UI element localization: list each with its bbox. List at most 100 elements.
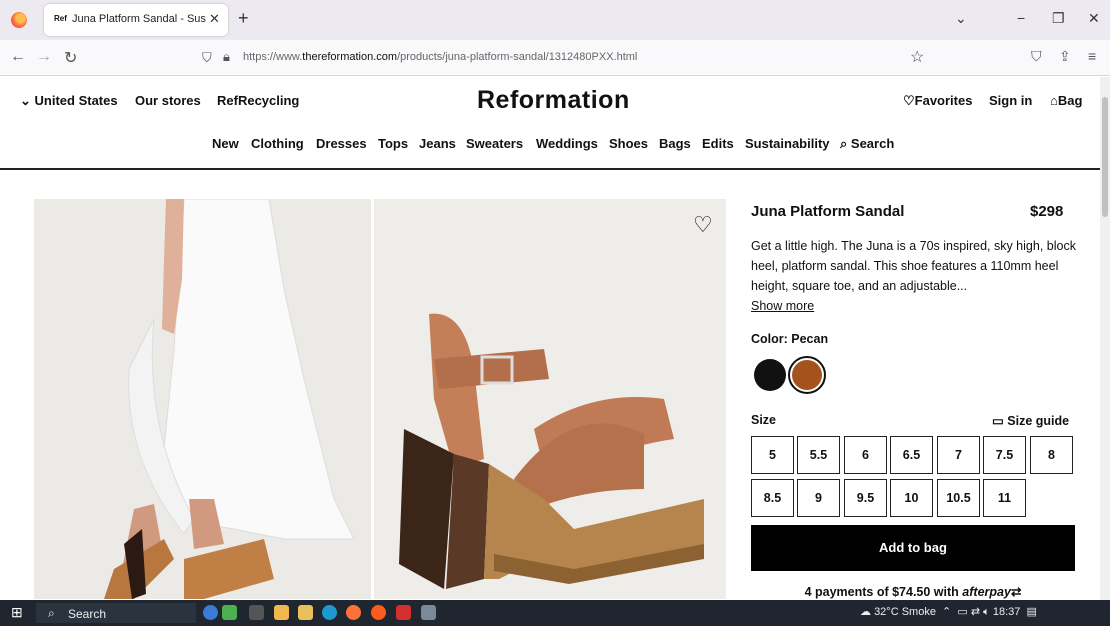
search-icon: ⌕ [48,606,55,620]
recycling-link[interactable]: RefRecycling [217,93,299,108]
nav-sustainability[interactable]: Sustainability [745,136,830,151]
edge-icon[interactable] [322,605,337,620]
restore-icon[interactable]: ❐ [1052,10,1065,27]
afterpay-logo[interactable]: afterpay [962,585,1011,599]
soccer-widget-icon[interactable] [203,605,218,620]
our-stores-link[interactable]: Our stores [135,93,201,108]
nav-shoes[interactable]: Shoes [609,136,648,151]
shield-icon[interactable]: ⛉ [202,50,212,66]
url-bar[interactable]: ⛉ 🔒︎ https://www.thereformation.com/prod… [190,44,936,72]
menu-icon[interactable]: ≡ [1088,48,1096,64]
add-to-bag-button[interactable]: Add to bag [751,525,1075,571]
share-icon[interactable]: ⇪ [1059,48,1071,65]
size-option-6-5[interactable]: 6.5 [890,436,933,474]
size-option-8[interactable]: 8 [1030,436,1073,474]
heart-icon: ♡ [903,93,915,108]
app-icon[interactable] [274,605,289,620]
file-explorer-icon[interactable] [298,605,313,620]
bag-link[interactable]: ⌂Bag [1050,93,1082,108]
product-name: Juna Platform Sandal [751,203,905,220]
nav-weddings[interactable]: Weddings [536,136,598,151]
windows-start-icon[interactable]: ⊞ [11,604,23,621]
news-widget-icon[interactable] [222,605,237,620]
browser-tab-bar: Ref Juna Platform Sandal - Sustaina ✕ + … [0,0,1110,40]
tab-list-icon[interactable]: ⌄ [955,10,967,27]
tab-favicon: Ref [54,14,67,23]
reload-icon[interactable]: ↻ [64,48,77,68]
size-option-7[interactable]: 7 [937,436,980,474]
show-more-link[interactable]: Show more [751,299,814,313]
wifi-icon[interactable]: ⇄ [971,606,980,618]
sign-in-link[interactable]: Sign in [989,93,1032,108]
color-swatch-pecan[interactable] [788,356,826,394]
opera-icon[interactable] [371,605,386,620]
browser-tab[interactable]: Ref Juna Platform Sandal - Sustaina ✕ [44,4,228,36]
page-scrollbar[interactable] [1100,77,1110,600]
volume-icon[interactable]: 🔈︎ [983,606,990,618]
clock[interactable]: 18:37 [993,606,1021,618]
color-swatch-pecan-fill [792,360,822,390]
taskbar-search-label: Search [68,607,107,621]
forward-icon[interactable]: → [36,48,52,66]
nav-tops[interactable]: Tops [378,136,408,151]
size-option-5[interactable]: 5 [751,436,794,474]
size-option-9[interactable]: 9 [797,479,840,517]
app-icon-2[interactable] [421,605,436,620]
size-option-8-5[interactable]: 8.5 [751,479,794,517]
product-description: Get a little high. The Juna is a 70s ins… [751,239,1076,293]
chevron-up-icon[interactable]: ⌃ [939,606,954,618]
lock-icon[interactable]: 🔒︎ [223,49,230,65]
product-image-sandal[interactable] [374,199,726,599]
nav-bags[interactable]: Bags [659,136,691,151]
nav-new[interactable]: New [212,136,239,151]
size-option-7-5[interactable]: 7.5 [983,436,1026,474]
region-selector[interactable]: ⌄ United States [20,93,118,109]
windows-taskbar: ⊞ ⌕ Search ☁ 32°C Smoke ⌃ ▭ ⇄ 🔈︎ 18:37 ▤ [0,600,1110,626]
nav-edits[interactable]: Edits [702,136,734,151]
browser-nav-bar: ← → ↻ ⛉ 🔒︎ https://www.thereformation.co… [0,40,1110,76]
size-option-5-5[interactable]: 5.5 [797,436,840,474]
nav-search[interactable]: ⌕ Search [840,136,894,152]
firefox-icon[interactable] [11,12,27,28]
site-logo[interactable]: Reformation [477,86,630,115]
taskbar-search[interactable]: ⌕ Search [36,603,196,623]
size-option-10-5[interactable]: 10.5 [937,479,980,517]
color-swatch-black[interactable] [754,359,786,391]
weather-text[interactable]: 32°C Smoke [874,606,936,618]
size-guide-link[interactable]: ▭ Size guide [992,413,1069,428]
favorites-link[interactable]: ♡Favorites [903,93,972,109]
favorite-heart-icon[interactable]: ♡ [693,212,713,238]
size-option-10[interactable]: 10 [890,479,933,517]
new-tab-icon[interactable]: + [238,8,249,29]
header-divider [0,168,1100,170]
tab-title: Juna Platform Sandal - Sustaina [72,13,206,25]
bag-icon: ⌂ [1050,93,1058,108]
color-label: Color: Pecan [751,332,829,346]
size-option-11[interactable]: 11 [983,479,1026,517]
weather-icon[interactable]: ☁ [860,606,871,618]
close-icon[interactable]: ✕ [209,11,220,27]
chevron-down-icon: ⌄ [20,93,35,108]
nav-dresses[interactable]: Dresses [316,136,367,151]
nav-sweaters[interactable]: Sweaters [466,136,523,151]
notification-icon[interactable]: ▤ [1023,606,1036,618]
url-text[interactable]: https://www.thereformation.com/products/… [243,51,637,63]
afterpay-info: 4 payments of $74.50 with afterpay⇄ [804,585,1022,599]
nav-clothing[interactable]: Clothing [251,136,304,151]
bookmark-star-icon[interactable]: ☆ [910,47,924,67]
pocket-icon[interactable]: ⛉ [1031,48,1042,65]
task-view-icon[interactable] [249,605,264,620]
size-option-6[interactable]: 6 [844,436,887,474]
firefox-taskbar-icon[interactable] [346,605,361,620]
product-image-model[interactable] [34,199,371,599]
afterpay-icon: ⇄ [1010,585,1022,599]
window-close-icon[interactable]: ✕ [1088,10,1100,27]
minimize-icon[interactable]: − [1017,10,1025,26]
scrollbar-thumb[interactable] [1102,97,1108,217]
product-price: $298 [1030,203,1064,220]
network-icon[interactable]: ▭ [957,606,967,618]
back-icon[interactable]: ← [10,48,26,66]
wps-icon[interactable] [396,605,411,620]
size-option-9-5[interactable]: 9.5 [844,479,887,517]
nav-jeans[interactable]: Jeans [419,136,456,151]
